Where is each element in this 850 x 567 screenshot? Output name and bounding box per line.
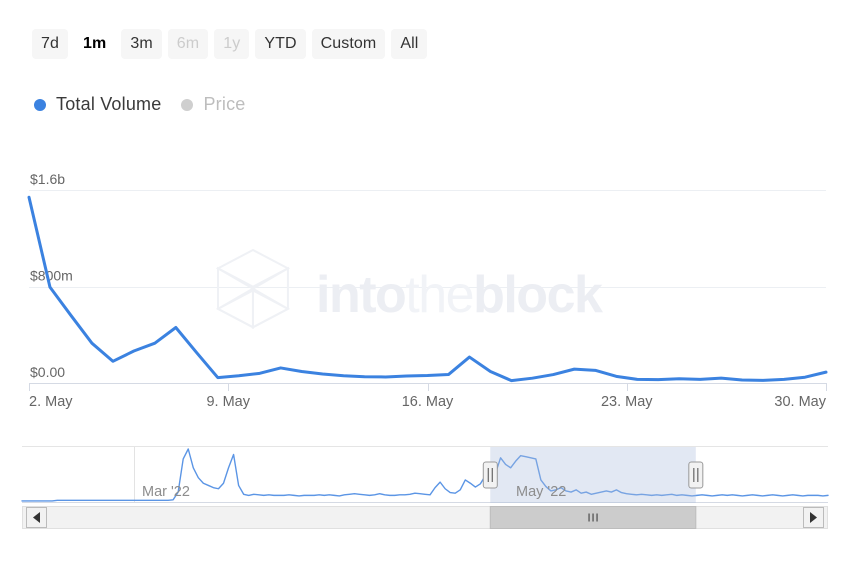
navigator-axis-tick-label: Mar '22 [142, 484, 190, 500]
scrollbar-track[interactable] [23, 507, 828, 529]
x-axis-tick-label: 2. May [29, 394, 73, 410]
x-axis-tick-label: 16. May [402, 394, 454, 410]
chart-scrollbar[interactable] [23, 507, 828, 529]
navigator-handle-left[interactable] [483, 462, 497, 488]
y-axis-tick-label: $800m [30, 268, 73, 284]
intotheblock-watermark: intotheblock [218, 250, 603, 327]
navigator-handle-right[interactable] [689, 462, 703, 488]
x-axis-tick-label: 9. May [206, 394, 250, 410]
navigator-axis-tick-label: May '22 [516, 484, 566, 500]
x-axis-tick-label: 30. May [774, 394, 826, 410]
chart-widget: 7d1m3m6m1yYTDCustomAll Total VolumePrice… [0, 0, 850, 567]
watermark-text: intotheblock [316, 266, 603, 324]
intotheblock-hexagon-logo [218, 250, 288, 327]
chart-canvas: $0.00 $800m $1.6b intotheblock [0, 0, 850, 567]
range-navigator[interactable]: Mar '22 May '22 [22, 447, 828, 504]
y-axis-tick-label: $1.6b [30, 171, 65, 187]
x-axis [29, 383, 827, 391]
watermark-into: into [316, 266, 405, 324]
y-axis-labels: $0.00 $800m $1.6b [30, 171, 73, 380]
x-axis-tick-label: 23. May [601, 394, 653, 410]
y-axis-tick-label: $0.00 [30, 364, 65, 380]
x-axis-labels: 2. May 9. May 16. May 23. May 30. May [29, 394, 827, 410]
scrollbar-right-button[interactable] [804, 508, 824, 528]
watermark-block: block [473, 266, 603, 324]
scrollbar-left-button[interactable] [27, 508, 47, 528]
watermark-the: the [405, 266, 473, 324]
chart-plot-area: $0.00 $800m $1.6b intotheblock [0, 0, 850, 567]
